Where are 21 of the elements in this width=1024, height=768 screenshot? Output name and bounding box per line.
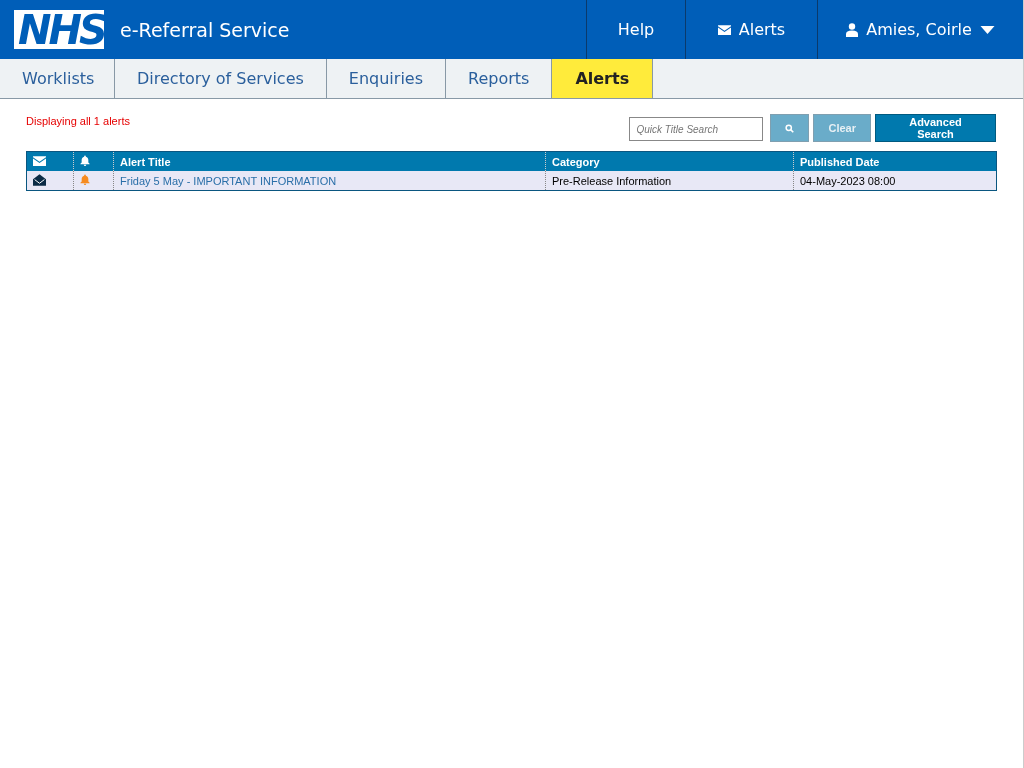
nav-tab[interactable]: Worklists [0, 59, 115, 98]
bell-icon [80, 174, 90, 185]
user-icon [846, 22, 859, 37]
column-header[interactable]: Published Date [793, 151, 997, 171]
nav-tab[interactable]: Enquiries [326, 59, 446, 98]
search-field[interactable]: Quick Title Search [629, 117, 764, 141]
column-header[interactable]: Alert Title [113, 151, 546, 171]
search-icon [785, 122, 795, 134]
service-title: e-Referral Service [120, 18, 290, 41]
column-header[interactable]: Category [545, 151, 794, 171]
envelope-icon [33, 155, 46, 166]
status-message: Displaying all 1 alerts [26, 115, 130, 127]
nav-tab[interactable]: Directory of Services [115, 59, 327, 98]
nav-tab[interactable]: Alerts [552, 59, 654, 98]
table-cell: Pre-Release Information [545, 171, 794, 191]
envelope-icon [717, 24, 731, 35]
table-cell: 04-May-2023 08:00 [793, 171, 997, 191]
bell-icon [80, 155, 90, 166]
caret-icon [979, 25, 995, 34]
nhs-logo: NHS [14, 10, 104, 49]
advanced-search-button[interactable]: Advanced Search [875, 114, 996, 142]
